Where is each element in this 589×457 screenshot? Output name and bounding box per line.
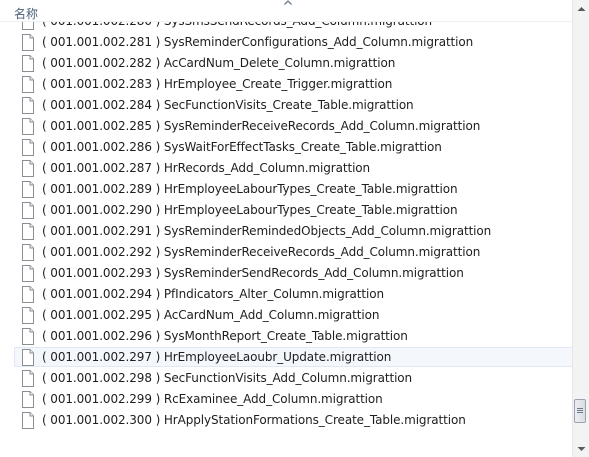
file-list-item[interactable]: ( 001.001.002.285 ) SysReminderReceiveRe… [14,116,572,136]
file-list-item[interactable]: ( 001.001.002.300 ) HrApplyStationFormat… [14,410,572,430]
file-list-item[interactable]: ( 001.001.002.282 ) AcCardNum_Delete_Col… [14,53,572,73]
file-icon [22,223,34,240]
file-list-item[interactable]: ( 001.001.002.292 ) SysReminderReceiveRe… [14,242,572,262]
scroll-up-button[interactable] [573,0,589,17]
file-icon [22,202,34,219]
file-list-item[interactable]: ( 001.001.002.286 ) SysWaitForEffectTask… [14,137,572,157]
file-name: ( 001.001.002.287 ) HrRecords_Add_Column… [42,161,371,175]
thumb-grip-line [577,408,583,409]
file-icon [22,412,34,429]
file-list-item[interactable]: ( 001.001.002.290 ) HrEmployeeLabourType… [14,200,572,220]
file-icon [22,244,34,261]
file-icon [22,34,34,51]
file-list-item[interactable]: ( 001.001.002.298 ) SecFunctionVisits_Ad… [14,368,572,388]
file-name: ( 001.001.002.294 ) PfIndicators_Alter_C… [42,287,384,301]
file-icon [22,370,34,387]
vertical-scrollbar[interactable] [572,0,589,457]
file-icon [22,139,34,156]
file-icon [22,118,34,135]
sort-ascending-icon [284,0,292,5]
file-icon [22,349,34,366]
file-name: ( 001.001.002.286 ) SysWaitForEffectTask… [42,140,442,154]
file-name: ( 001.001.002.281 ) SysReminderConfigura… [42,35,474,49]
file-name: ( 001.001.002.295 ) AcCardNum_Add_Column… [42,308,380,322]
file-name: ( 001.001.002.283 ) HrEmployee_Create_Tr… [42,77,393,91]
file-name: ( 001.001.002.291 ) SysReminderRemindedO… [42,224,492,238]
file-name: ( 001.001.002.297 ) HrEmployeeLaoubr_Upd… [42,350,392,364]
file-icon [22,97,34,114]
file-name: ( 001.001.002.282 ) AcCardNum_Delete_Col… [42,56,396,70]
file-icon [22,181,34,198]
file-name: ( 001.001.002.299 ) RcExaminee_Add_Colum… [42,392,383,406]
file-icon [22,391,34,408]
file-list-item[interactable]: ( 001.001.002.289 ) HrEmployeeLabourType… [14,179,572,199]
file-name: ( 001.001.002.292 ) SysReminderReceiveRe… [42,245,481,259]
file-icon [22,307,34,324]
file-icon [22,76,34,93]
file-name: ( 001.001.002.284 ) SecFunctionVisits_Cr… [42,98,414,112]
file-list-item[interactable]: ( 001.001.002.294 ) PfIndicators_Alter_C… [14,284,572,304]
file-name: ( 001.001.002.290 ) HrEmployeeLabourType… [42,203,458,217]
file-list: ( 001.001.002.280 ) SysSmsSendRecords_Ad… [0,22,572,457]
name-column-header[interactable]: 名称 [14,5,38,22]
file-list-item[interactable]: ( 001.001.002.295 ) AcCardNum_Add_Column… [14,305,572,325]
file-list-item[interactable]: ( 001.001.002.287 ) HrRecords_Add_Column… [14,158,572,178]
file-name: ( 001.001.002.280 ) SysSmsSendRecords_Ad… [42,22,432,28]
file-icon [22,265,34,282]
file-name: ( 001.001.002.289 ) HrEmployeeLabourType… [42,182,458,196]
scroll-down-button[interactable] [573,440,589,457]
file-name: ( 001.001.002.285 ) SysReminderReceiveRe… [42,119,481,133]
arrow-down-icon [577,446,585,451]
file-list-item[interactable]: ( 001.001.002.296 ) SysMonthReport_Creat… [14,326,572,346]
file-list-item[interactable]: ( 001.001.002.284 ) SecFunctionVisits_Cr… [14,95,572,115]
file-name: ( 001.001.002.300 ) HrApplyStationFormat… [42,413,466,427]
file-icon [22,55,34,72]
file-icon [22,160,34,177]
scrollbar-thumb[interactable] [574,399,586,423]
file-icon [22,22,34,30]
file-icon [22,328,34,345]
file-list-item[interactable]: ( 001.001.002.281 ) SysReminderConfigura… [14,32,572,52]
file-list-item[interactable]: ( 001.001.002.291 ) SysReminderRemindedO… [14,221,572,241]
file-list-item[interactable]: ( 001.001.002.299 ) RcExaminee_Add_Colum… [14,389,572,409]
file-name: ( 001.001.002.298 ) SecFunctionVisits_Ad… [42,371,413,385]
file-list-window: 名称 ( 001.001.002.280 ) SysSmsSendRecords… [0,0,589,457]
file-list-item[interactable]: ( 001.001.002.297 ) HrEmployeeLaoubr_Upd… [14,347,572,367]
column-header[interactable]: 名称 [0,0,572,22]
file-list-item[interactable]: ( 001.001.002.283 ) HrEmployee_Create_Tr… [14,74,572,94]
file-list-item[interactable]: ( 001.001.002.293 ) SysReminderSendRecor… [14,263,572,283]
thumb-grip-line [577,412,583,413]
file-name: ( 001.001.002.293 ) SysReminderSendRecor… [42,266,464,280]
thumb-grip-line [577,410,583,411]
file-list-item[interactable]: ( 001.001.002.280 ) SysSmsSendRecords_Ad… [14,22,572,31]
file-icon [22,286,34,303]
file-name: ( 001.001.002.296 ) SysMonthReport_Creat… [42,329,408,343]
arrow-up-icon [577,6,585,11]
